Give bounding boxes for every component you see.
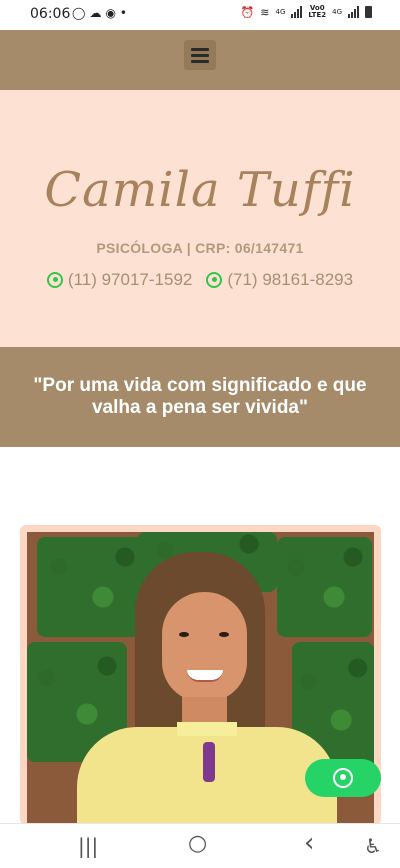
hamburger-menu-icon[interactable] — [184, 40, 216, 70]
signal-icon — [348, 6, 359, 18]
status-time: 06:06 — [30, 6, 71, 22]
battery-icon — [365, 6, 372, 18]
professional-role: PSICÓLOGA | CRP: 06/147471 — [96, 240, 304, 256]
net-label-1: 4G — [275, 8, 286, 16]
chrome-icon: ◉ — [105, 6, 120, 20]
volte-icon: Vo0 LTE2 — [308, 4, 327, 19]
whatsapp-float-button[interactable] — [305, 759, 381, 797]
signal-icon — [291, 6, 303, 18]
status-bar: 06:06 ◯☁◉• ⏰ ≋ 4G Vo0 LTE2 4G — [0, 0, 400, 30]
back-button[interactable]: ‹ — [304, 828, 314, 858]
phone-number: (11) 97017-1592 — [67, 270, 193, 289]
status-right-icons: ⏰ ≋ 4G Vo0 LTE2 4G — [241, 5, 372, 19]
home-button[interactable]: ○ — [188, 831, 207, 856]
phone-number: (71) 98161-8293 — [227, 270, 354, 289]
quote-section: "Por uma vida com significado e que valh… — [0, 347, 400, 447]
whatsapp-icon — [333, 768, 353, 788]
system-navigation-bar: ||| ○ ‹ ♿ — [0, 823, 400, 868]
site-header — [0, 30, 400, 90]
phone-link-2[interactable]: (71) 98161-8293 — [206, 270, 353, 290]
phone-list: (11) 97017-1592 (71) 98161-8293 — [0, 270, 400, 290]
site-title[interactable]: Camila Tuffi — [0, 162, 400, 218]
phone-link-1[interactable]: (11) 97017-1592 — [46, 270, 193, 290]
whatsapp-icon — [206, 272, 223, 288]
accessibility-icon[interactable]: ♿ — [364, 834, 382, 858]
net-label-2: 4G — [332, 8, 342, 16]
hero-section: Camila Tuffi PSICÓLOGA | CRP: 06/147471 … — [0, 90, 400, 347]
status-left-icons: ◯☁◉• — [72, 6, 131, 20]
weather-icon: ☁ — [89, 6, 106, 20]
wifi-icon: ≋ — [260, 5, 270, 19]
whatsapp-icon — [46, 272, 63, 288]
dot-icon: • — [119, 6, 131, 20]
whatsapp-icon: ◯ — [72, 6, 90, 20]
recents-button[interactable]: ||| — [78, 834, 98, 858]
alarm-icon: ⏰ — [240, 5, 255, 19]
quote-text: "Por uma vida com significado e que valh… — [33, 375, 367, 418]
